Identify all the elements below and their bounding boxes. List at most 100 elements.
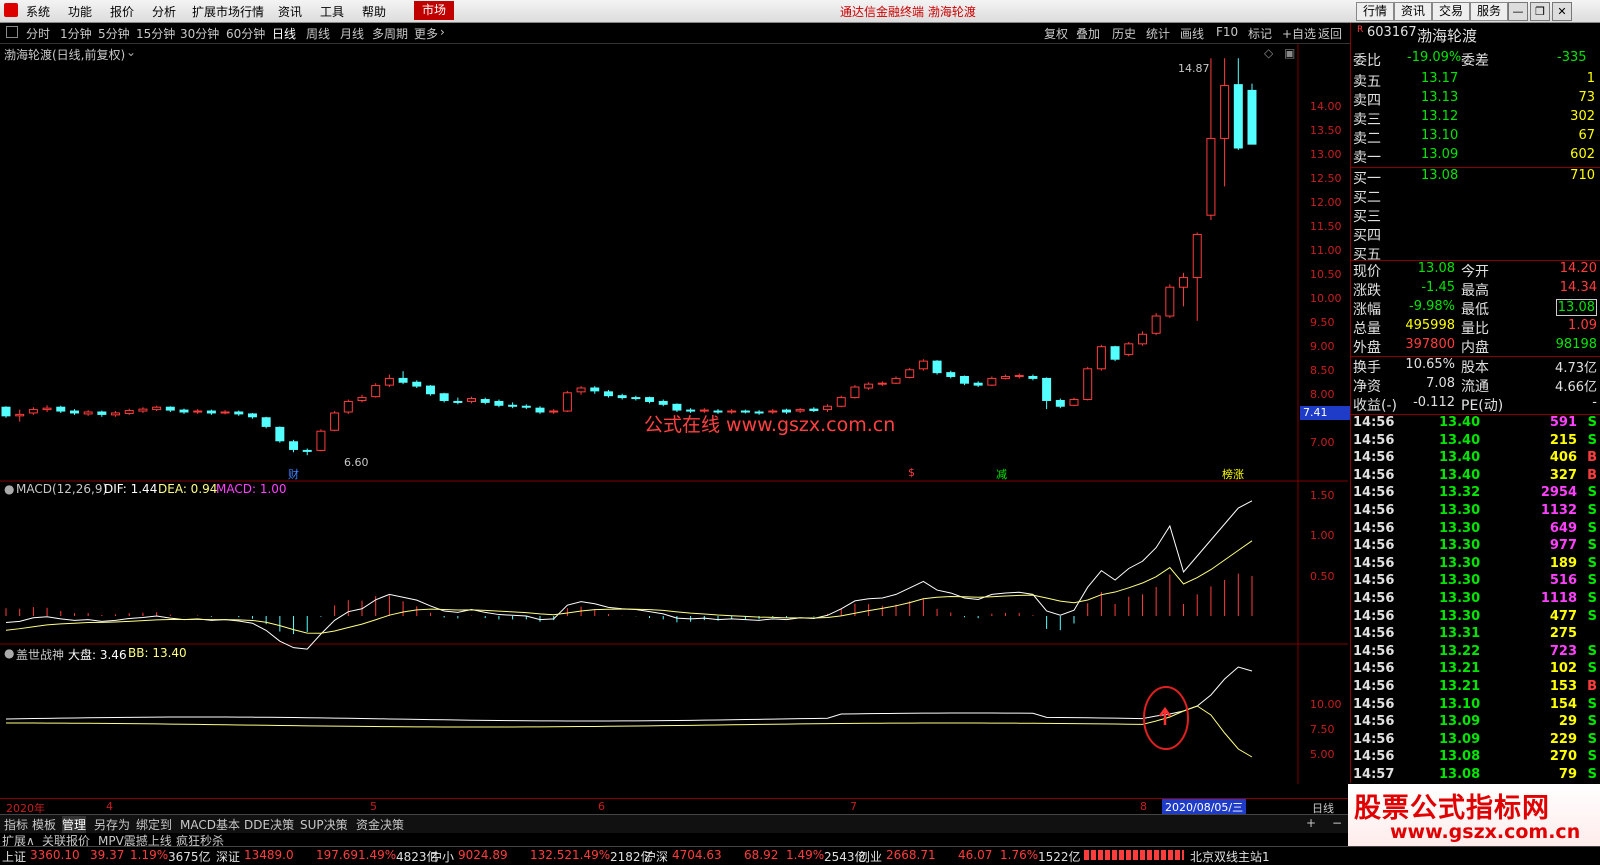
- minimize-icon[interactable]: —: [1508, 2, 1528, 21]
- tab-indicator[interactable]: 指标: [4, 816, 28, 833]
- chart-area[interactable]: 渤海轮渡(日线,前复权) ⌄ 14.87 6.60 7.41 ◇ ▣ 财 $ 减…: [0, 44, 1351, 784]
- tab-bind[interactable]: 绑定到: [136, 816, 172, 833]
- stat-value: 14.34: [1559, 280, 1597, 295]
- sell-price: 13.10: [1421, 128, 1459, 143]
- candle-body: [316, 430, 326, 451]
- period-15min[interactable]: 15分钟: [136, 25, 175, 42]
- menu-analysis[interactable]: 分析: [152, 3, 176, 20]
- macd-label[interactable]: MACD(12,26,9): [16, 482, 107, 496]
- tick-price: 13.40: [1439, 432, 1481, 448]
- candle-body: [384, 377, 394, 386]
- btn-quote[interactable]: 行情: [1356, 2, 1395, 21]
- restore-icon[interactable]: ❐: [1530, 2, 1550, 21]
- indicator-name[interactable]: 盖世战神: [16, 646, 64, 663]
- marker-rank[interactable]: 榜涨: [1222, 466, 1244, 482]
- menu-info[interactable]: 资讯: [278, 3, 302, 20]
- ticker-amount: 1522亿: [1038, 850, 1081, 864]
- menu-help[interactable]: 帮助: [362, 3, 386, 20]
- candle-body: [535, 407, 545, 413]
- sell-level-row[interactable]: 卖三 13.12 302: [1351, 109, 1600, 128]
- stat-value: 397800: [1405, 337, 1455, 352]
- tool-history[interactable]: 历史: [1112, 25, 1136, 42]
- tool-fuquan[interactable]: 复权: [1044, 25, 1068, 42]
- macd-collapse-icon[interactable]: ●: [4, 482, 14, 496]
- close-icon[interactable]: ✕: [1552, 2, 1572, 21]
- tool-overlay[interactable]: 叠加: [1076, 25, 1100, 42]
- tool-draw[interactable]: 画线: [1180, 25, 1204, 42]
- remove-icon[interactable]: −: [1332, 816, 1342, 830]
- period-monthly[interactable]: 月线: [340, 25, 364, 42]
- panel-toggle-icon[interactable]: [6, 26, 18, 38]
- chevron-down-icon[interactable]: ⌄: [126, 45, 136, 59]
- tab-manage[interactable]: 管理: [62, 816, 87, 833]
- tool-add-watch[interactable]: +自选: [1282, 25, 1316, 42]
- sell-volume: 602: [1570, 147, 1595, 162]
- buy-level-row[interactable]: 买四: [1351, 225, 1600, 244]
- add-icon[interactable]: +: [1306, 816, 1316, 830]
- menu-function[interactable]: 功能: [68, 3, 92, 20]
- menu-ext-market[interactable]: 扩展市场行情: [192, 3, 264, 20]
- sell-level-row[interactable]: 卖五 13.17 1: [1351, 71, 1600, 90]
- buy-level-row[interactable]: 买二: [1351, 187, 1600, 206]
- menu-quote[interactable]: 报价: [110, 3, 134, 20]
- marker-finance[interactable]: 财: [288, 466, 299, 482]
- stat-value: 1.09: [1568, 318, 1597, 333]
- period-more[interactable]: 更多: [414, 25, 438, 42]
- buy-level-row[interactable]: 买一 13.08 710: [1351, 168, 1600, 187]
- sell-level-row[interactable]: 卖一 13.09 602: [1351, 147, 1600, 166]
- tool-f10[interactable]: F10: [1216, 25, 1238, 39]
- marker-reduce[interactable]: 减: [996, 466, 1007, 482]
- tick-side: B: [1587, 450, 1597, 466]
- period-1min[interactable]: 1分钟: [60, 25, 92, 42]
- tool-back[interactable]: 返回: [1318, 25, 1342, 42]
- candle-body: [877, 382, 887, 385]
- btn-trade[interactable]: 交易: [1432, 2, 1471, 21]
- tick-volume: 591: [1549, 415, 1577, 430]
- ind-collapse-icon[interactable]: ●: [4, 646, 14, 660]
- tab-dde[interactable]: DDE决策: [244, 816, 294, 833]
- tool-stats[interactable]: 统计: [1146, 25, 1170, 42]
- tick-side: S: [1587, 731, 1597, 747]
- tab-fund[interactable]: 资金决策: [356, 816, 404, 833]
- high-price-label: 14.87: [1178, 62, 1210, 75]
- candle-body: [56, 406, 66, 412]
- btn-info[interactable]: 资讯: [1394, 2, 1433, 21]
- sell-level-row[interactable]: 卖二 13.10 67: [1351, 128, 1600, 147]
- period-daily[interactable]: 日线: [272, 25, 296, 42]
- buy-level-row[interactable]: 买三: [1351, 206, 1600, 225]
- period-60min[interactable]: 60分钟: [226, 25, 265, 42]
- diamond-icon[interactable]: ◇: [1264, 46, 1273, 60]
- menu-tools[interactable]: 工具: [320, 3, 344, 20]
- tick-volume: 275: [1549, 626, 1577, 642]
- tab-macd-basic[interactable]: MACD基本: [180, 816, 240, 833]
- tool-mark[interactable]: 标记: [1248, 25, 1272, 42]
- ticker-value: 2668.71: [886, 848, 936, 862]
- ad-banner[interactable]: 股票公式指标网 www.gszx.com.cn: [1348, 784, 1600, 846]
- macd-y-label: 0.50: [1310, 570, 1335, 583]
- market-tab[interactable]: 市场: [414, 1, 454, 20]
- tick-side: S: [1587, 485, 1597, 501]
- tick-time: 14:56: [1353, 731, 1395, 747]
- period-weekly[interactable]: 周线: [306, 25, 330, 42]
- period-fenshi[interactable]: 分时: [26, 25, 50, 42]
- candle-body: [1124, 343, 1134, 355]
- tab-save-as[interactable]: 另存为: [94, 816, 130, 833]
- stat-label: 量比: [1461, 321, 1489, 337]
- menu-system[interactable]: 系统: [26, 3, 50, 20]
- candle-body: [1137, 333, 1147, 345]
- tick-price: 13.30: [1439, 520, 1481, 536]
- tick-row: 14:56 13.40 406 B: [1351, 450, 1600, 468]
- period-5min[interactable]: 5分钟: [98, 25, 130, 42]
- marker-dollar[interactable]: $: [908, 466, 915, 479]
- btn-service[interactable]: 服务: [1470, 2, 1509, 21]
- expand-icon[interactable]: ▣: [1284, 46, 1295, 60]
- candle-body: [152, 406, 162, 411]
- sell-level-row[interactable]: 卖四 13.13 73: [1351, 90, 1600, 109]
- period-multi[interactable]: 多周期: [372, 25, 408, 42]
- tab-template[interactable]: 模板: [32, 816, 56, 833]
- period-30min[interactable]: 30分钟: [180, 25, 219, 42]
- ticker-value: 9024.89: [458, 848, 508, 862]
- chevron-right-icon[interactable]: ›: [440, 25, 445, 39]
- tick-time: 14:56: [1353, 538, 1395, 554]
- tab-sup[interactable]: SUP决策: [300, 816, 348, 833]
